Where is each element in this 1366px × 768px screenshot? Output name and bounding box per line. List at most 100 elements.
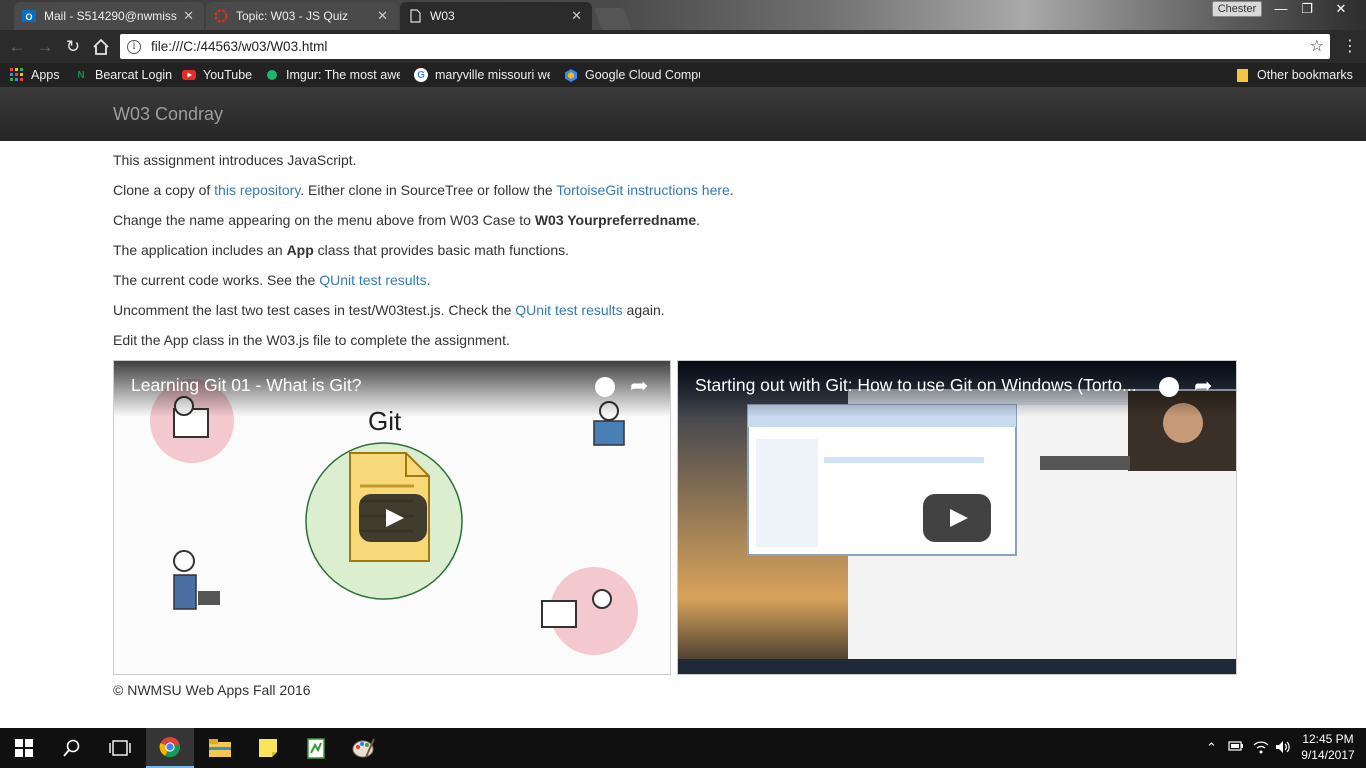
back-icon[interactable]: ← (6, 36, 28, 58)
info-icon[interactable]: i (127, 39, 141, 54)
bookmark-imgur[interactable]: Imgur: The most awesome images on the In… (265, 66, 400, 84)
file-explorer-icon[interactable] (196, 728, 244, 768)
bookmark-other-bookmarks[interactable]: Other bookmarks (1236, 66, 1356, 84)
qunit-results-link[interactable]: QUnit test results (515, 302, 622, 318)
svg-text:O: O (26, 12, 33, 22)
tab-quiz[interactable]: Topic: W03 - JS Quiz ✕ (206, 2, 398, 30)
task-view-icon[interactable] (96, 728, 144, 768)
clock-date: 9/14/2017 (1301, 748, 1355, 762)
bold-text: W03 Yourpreferredname (534, 212, 697, 228)
paragraph-text: . (729, 182, 734, 198)
bold-text: App (286, 242, 314, 258)
share-icon[interactable]: ➦ (1194, 373, 1212, 399)
watch-later-icon[interactable] (1159, 377, 1179, 397)
restore-icon[interactable]: ❐ (1294, 0, 1320, 18)
minimize-icon[interactable]: — (1268, 0, 1294, 18)
sticky-notes-icon[interactable] (244, 728, 292, 768)
clock-time: 12:45 PM (1302, 732, 1354, 746)
qunit-results-link[interactable]: QUnit test results (319, 272, 426, 288)
paragraph-text: . (426, 272, 431, 288)
address-text: file:///C:/44563/w03/W03.html (151, 39, 328, 54)
bookmark-label: Other bookmarks (1257, 68, 1353, 82)
new-tab-button[interactable] (593, 8, 633, 30)
bookmark-youtube[interactable]: YouTube (182, 66, 257, 84)
page-footer: © NWMSU Web Apps Fall 2016 (113, 682, 311, 698)
video-title[interactable]: Starting out with Git: How to use Git on… (695, 375, 1137, 396)
paragraph-text: . (696, 212, 701, 228)
bookmark-maryville-weather[interactable]: G maryville missouri weather (414, 66, 550, 84)
youtube-icon (182, 68, 196, 82)
bookmark-apps[interactable]: Apps (10, 66, 70, 84)
qunit-paragraph: The current code works. See the QUnit te… (113, 270, 1253, 300)
profile-button[interactable]: Chester (1212, 1, 1262, 17)
share-icon[interactable]: ➦ (630, 373, 648, 399)
paragraph-text: Clone a copy of (113, 182, 215, 198)
volume-icon[interactable] (1275, 740, 1291, 757)
paint-icon[interactable] (340, 728, 388, 768)
watch-later-icon[interactable] (595, 377, 615, 397)
uncomment-paragraph: Uncomment the last two test cases in tes… (113, 300, 1253, 330)
wifi-icon[interactable] (1253, 740, 1269, 757)
browser-toolbar: ← → ↻ i file:///C:/44563/w03/W03.html ☆ … (0, 30, 1366, 63)
play-icon (950, 509, 968, 527)
notepad-plus-plus-icon[interactable] (292, 728, 340, 768)
google-cloud-icon (564, 68, 578, 82)
close-icon[interactable]: ✕ (377, 8, 388, 24)
close-icon[interactable]: ✕ (183, 8, 194, 24)
tab-title: Topic: W03 - JS Quiz (236, 9, 349, 23)
close-icon[interactable]: ✕ (571, 8, 582, 24)
battery-icon[interactable] (1228, 740, 1244, 755)
tab-w03[interactable]: W03 ✕ (400, 2, 592, 30)
bookmark-label: Apps (31, 68, 60, 82)
bookmark-label: YouTube (203, 68, 253, 82)
google-icon: G (414, 68, 428, 82)
bookmark-label: maryville missouri weather (435, 68, 550, 82)
bookmark-bearcat-login[interactable]: N Bearcat Login (74, 66, 174, 84)
bookmark-label: Imgur: The most awesome images on the In… (286, 68, 400, 82)
app-class-paragraph: The application includes an App class th… (113, 240, 1253, 270)
paragraph-text: Uncomment the last two test cases in tes… (113, 302, 516, 318)
edit-paragraph: Edit the App class in the W03.js file to… (113, 332, 510, 348)
video-git-on-windows[interactable]: Starting out with Git: How to use Git on… (677, 360, 1237, 675)
bookmark-google-cloud[interactable]: Google Cloud Computing (564, 66, 700, 84)
quiz-icon (214, 9, 228, 23)
clone-paragraph: Clone a copy of this repository. Either … (113, 180, 1253, 210)
address-bar[interactable]: i file:///C:/44563/w03/W03.html ☆ (120, 34, 1330, 59)
window-close-icon[interactable]: ✕ (1326, 0, 1356, 18)
browser-menu-icon[interactable]: ⋮ (1340, 36, 1360, 58)
outlook-icon: O (22, 9, 36, 23)
folder-icon (1236, 68, 1250, 82)
bookmark-star-icon[interactable]: ☆ (1310, 36, 1324, 56)
browser-titlebar: O Mail - S514290@nwmissouri.edu ✕ Topic:… (0, 0, 1366, 30)
play-button[interactable] (923, 494, 991, 542)
paragraph-text: The current code works. See the (113, 272, 320, 288)
bookmark-label: Google Cloud Computing (585, 68, 700, 82)
video-learning-git[interactable]: Git Learning Git 01 - What is Git? ➦ (113, 360, 671, 675)
home-icon[interactable] (90, 36, 112, 58)
tab-mail[interactable]: O Mail - S514290@nwmissouri.edu ✕ (14, 2, 204, 30)
rename-paragraph: Change the name appearing on the menu ab… (113, 210, 1253, 240)
windows-taskbar: ⌃ 12:45 PM 9/14/2017 (0, 728, 1366, 768)
site-brand[interactable]: W03 Condray (113, 104, 223, 125)
show-hidden-icons-icon[interactable]: ⌃ (1206, 740, 1217, 756)
bookmark-label: Bearcat Login (95, 68, 173, 82)
paragraph-text: again. (622, 302, 665, 318)
forward-icon[interactable]: → (34, 36, 56, 58)
paragraph-text: Change the name appearing on the menu ab… (113, 212, 535, 228)
bearcat-icon: N (77, 69, 85, 81)
chrome-icon[interactable] (146, 728, 194, 768)
assignment-content: This assignment introduces JavaScript. C… (113, 150, 1253, 360)
paragraph-text: class that provides basic math functions… (313, 242, 570, 258)
play-button[interactable] (359, 494, 427, 542)
system-clock[interactable]: 12:45 PM 9/14/2017 (1296, 731, 1360, 763)
video-embeds: Git Learning Git 01 - What is Git? ➦ Sta… (113, 360, 1237, 675)
tab-title: W03 (430, 9, 455, 23)
paragraph-text: . Either clone in SourceTree or follow t… (300, 182, 557, 198)
windows-start-icon[interactable] (0, 728, 48, 768)
repository-link[interactable]: this repository (214, 182, 300, 198)
reload-icon[interactable]: ↻ (62, 36, 84, 58)
play-icon (386, 509, 404, 527)
video-title[interactable]: Learning Git 01 - What is Git? (131, 375, 362, 396)
tortoisegit-link[interactable]: TortoiseGit instructions here (556, 182, 730, 198)
search-icon[interactable] (48, 728, 96, 768)
